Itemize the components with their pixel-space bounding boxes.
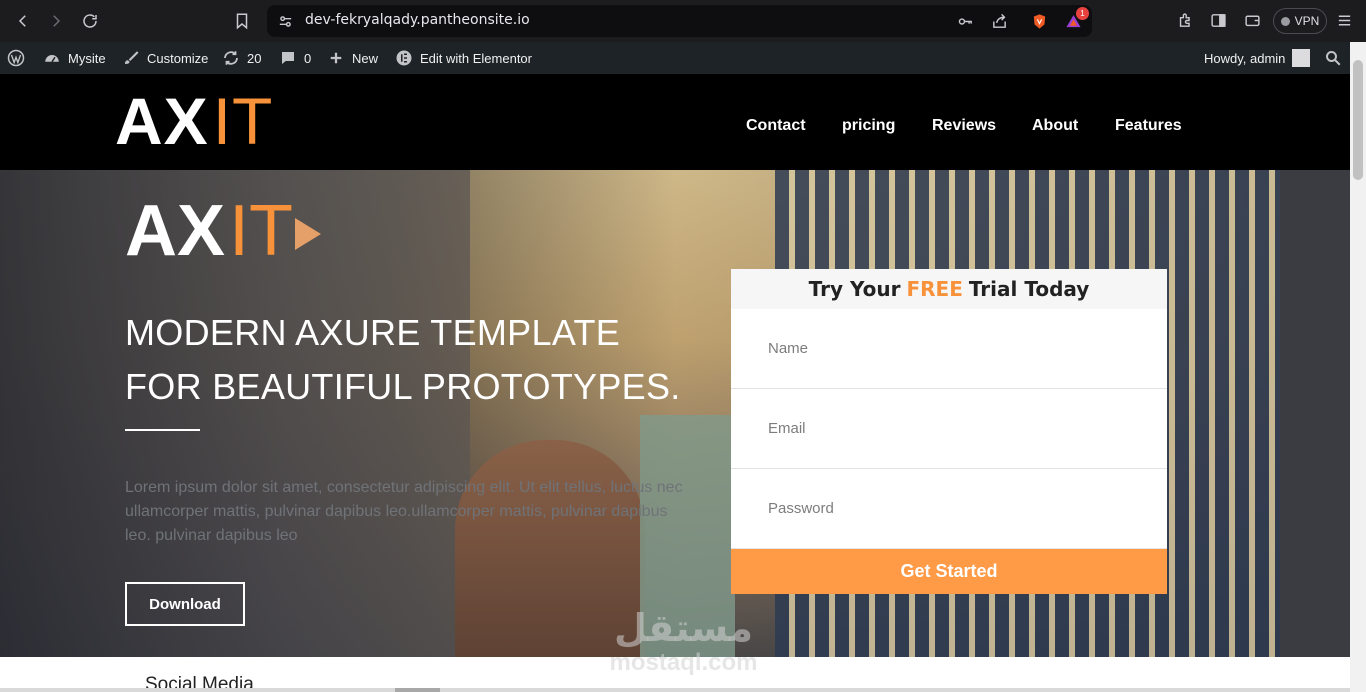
password-input[interactable] [768, 500, 1128, 517]
reload-button[interactable] [77, 8, 103, 34]
customize-label: Customize [147, 50, 209, 66]
wp-admin-bar: Mysite Customize 20 0 New Edit with Elem… [0, 42, 1366, 74]
menu-item-contact[interactable]: Contact [746, 117, 806, 135]
scrollbar-thumb[interactable] [1353, 60, 1363, 180]
wp-customize[interactable]: Customize [122, 42, 208, 74]
form-title-before: Try Your [808, 277, 901, 301]
back-button[interactable] [10, 8, 36, 34]
hamburger-icon [1338, 15, 1350, 25]
key-icon[interactable] [955, 11, 975, 31]
hero-logo: AX IT [125, 191, 322, 271]
vpn-button[interactable]: VPN [1273, 8, 1327, 34]
play-arrow-icon [295, 218, 322, 250]
name-field-row [731, 309, 1167, 389]
site-name-label: Mysite [68, 50, 106, 66]
email-field-row [731, 389, 1167, 469]
brush-icon [125, 51, 139, 64]
password-field-row [731, 469, 1167, 549]
url-text[interactable]: dev-fekryalqady.pantheonsite.io [305, 12, 530, 28]
dashboard-icon [45, 55, 59, 63]
comments-count: 0 [304, 50, 312, 66]
horizontal-scrollbar-thumb[interactable] [395, 688, 440, 692]
reload-icon [83, 14, 97, 28]
background-building-edge [1280, 170, 1350, 657]
brave-shield-icon[interactable] [1029, 11, 1049, 31]
download-button[interactable]: Download [125, 582, 245, 626]
chevron-right-icon [53, 15, 61, 27]
search-icon [1326, 51, 1341, 66]
puzzle-icon [1179, 12, 1190, 27]
sidebar-icon [1210, 13, 1226, 27]
update-icon [224, 51, 238, 65]
watermark-arabic: مستقل [614, 606, 753, 650]
vpn-status-icon [1280, 16, 1290, 26]
address-bar[interactable]: dev-fekryalqady.pantheonsite.io [267, 5, 1092, 37]
wp-comments[interactable]: 0 [279, 42, 311, 74]
extensions-button[interactable] [1174, 9, 1196, 31]
logo-text-ax: AX [115, 84, 209, 158]
menu-item-reviews[interactable]: Reviews [932, 117, 996, 135]
trial-form: Try Your FREE Trial Today Get Started [731, 269, 1167, 594]
howdy-label: Howdy, admin [1204, 50, 1286, 66]
wallet-button[interactable] [1241, 9, 1263, 31]
form-title: Try Your FREE Trial Today [731, 269, 1167, 309]
wp-site-name[interactable]: Mysite [43, 42, 106, 74]
menu-item-pricing[interactable]: pricing [842, 117, 895, 135]
logo-text-it: IT [212, 84, 274, 158]
vertical-scrollbar[interactable] [1350, 42, 1366, 692]
notification-badge: 1 [1076, 7, 1089, 20]
avatar [1292, 49, 1311, 67]
hero-title-line1: MODERN AXURE TEMPLATE [125, 312, 621, 353]
wordpress-icon [7, 49, 25, 67]
forward-button[interactable] [43, 8, 69, 34]
site-header: AX IT Contact pricing Reviews About Feat… [0, 74, 1350, 170]
chevron-left-icon [18, 15, 26, 27]
wallet-icon [1244, 15, 1260, 26]
wp-edit-elementor[interactable]: Edit with Elementor [395, 42, 532, 74]
elementor-icon [396, 50, 412, 66]
email-input[interactable] [768, 420, 1128, 437]
hero-logo-it: IT [229, 191, 294, 271]
menu-button[interactable] [1333, 9, 1355, 31]
edit-elementor-label: Edit with Elementor [420, 50, 532, 66]
site-settings-icon[interactable] [275, 11, 295, 31]
wp-new-content[interactable]: New [327, 42, 378, 74]
hero-title: MODERN AXURE TEMPLATE FOR BEAUTIFUL PROT… [125, 306, 725, 414]
comment-icon [282, 52, 294, 64]
site-logo[interactable]: AX IT [115, 84, 274, 158]
name-input[interactable] [768, 340, 1128, 357]
wp-search-button[interactable] [1324, 42, 1342, 74]
watermark: مستقل mostaql.com [596, 606, 771, 676]
plus-icon [330, 52, 342, 64]
bookmark-button[interactable] [229, 8, 255, 34]
get-started-button[interactable]: Get Started [731, 549, 1167, 594]
bookmark-icon [236, 13, 248, 30]
hero-title-line2: FOR BEAUTIFUL PROTOTYPES. [125, 366, 681, 407]
menu-item-features[interactable]: Features [1115, 117, 1182, 135]
form-title-after: Trial Today [968, 277, 1090, 301]
menu-item-about[interactable]: About [1032, 117, 1078, 135]
horizontal-scrollbar[interactable] [0, 688, 1350, 692]
hero-description: Lorem ipsum dolor sit amet, consectetur … [125, 479, 683, 544]
form-title-free: FREE [906, 277, 963, 301]
updates-count: 20 [247, 50, 262, 66]
watermark-latin: mostaql.com [609, 649, 758, 676]
wp-updates[interactable]: 20 [222, 42, 261, 74]
vpn-label: VPN [1294, 14, 1320, 28]
share-icon[interactable] [989, 11, 1009, 31]
wp-logo-button[interactable] [7, 42, 25, 74]
hero-divider [125, 429, 200, 431]
browser-toolbar: dev-fekryalqady.pantheonsite.io 1 VPN [0, 0, 1366, 42]
new-label: New [352, 50, 379, 66]
wp-account[interactable]: Howdy, admin [1204, 42, 1311, 74]
sidebar-button[interactable] [1207, 9, 1229, 31]
hero-logo-ax: AX [125, 191, 226, 271]
